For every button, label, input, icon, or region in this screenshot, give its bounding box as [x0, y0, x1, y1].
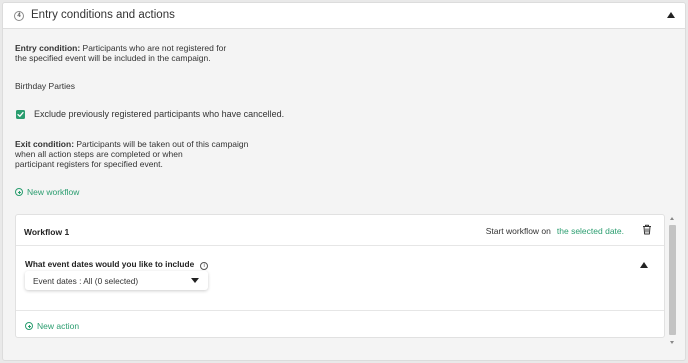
exit-condition-line2: when all action steps are completed or w… [15, 149, 183, 159]
checkmark-icon [17, 111, 24, 117]
exit-condition-line1: Participants will be taken out of this c… [74, 139, 249, 149]
entry-conditions-panel: 4 Entry conditions and actions Entry con… [2, 2, 686, 361]
exit-condition-label: Exit condition: [15, 139, 75, 149]
event-dates-select-value: Event dates : All (0 selected) [33, 276, 139, 286]
panel-title: Entry conditions and actions [31, 9, 175, 21]
entry-condition-line2: the specified event will be included in … [15, 53, 211, 63]
event-dates-select[interactable]: Event dates : All (0 selected) [25, 271, 208, 290]
new-action-label: New action [37, 321, 80, 331]
exclude-cancelled-label[interactable]: Exclude previously registered participan… [34, 109, 284, 119]
new-action-button[interactable]: New action [25, 321, 79, 331]
scrollbar[interactable] [668, 217, 677, 347]
new-workflow-button[interactable]: New workflow [15, 187, 79, 197]
exit-condition-text: Exit condition: Participants will be tak… [15, 139, 248, 169]
event-name: Birthday Parties [15, 81, 75, 91]
panel-header[interactable]: 4 Entry conditions and actions [3, 3, 685, 29]
event-dates-question-text: What event dates would you like to inclu… [25, 259, 195, 269]
info-icon[interactable]: i [200, 262, 209, 270]
workflow-start-text: Start workflow on the selected date. [486, 226, 624, 236]
plus-circle-icon [25, 322, 33, 330]
divider [16, 310, 664, 311]
workflow-start-date-link[interactable]: the selected date. [557, 226, 624, 236]
trash-icon[interactable] [642, 224, 652, 235]
event-dates-question: What event dates would you like to inclu… [25, 259, 209, 270]
workflow-header: Workflow 1 Start workflow on the selected… [16, 215, 664, 246]
caret-down-icon [191, 278, 199, 283]
scroll-up-arrow-icon[interactable] [670, 217, 674, 220]
exit-condition-line3: participant registers for specified even… [15, 159, 163, 169]
collapse-workflow-icon[interactable] [640, 262, 648, 268]
entry-condition-text: Entry condition: Participants who are no… [15, 43, 226, 63]
plus-circle-icon [15, 188, 23, 196]
collapse-panel-icon[interactable] [667, 12, 675, 18]
exclude-cancelled-checkbox[interactable] [16, 110, 25, 119]
entry-condition-line1: Participants who are not registered for [80, 43, 227, 53]
workflow-title: Workflow 1 [24, 227, 70, 237]
step-number-icon: 4 [14, 11, 24, 21]
new-workflow-label: New workflow [27, 187, 80, 197]
scroll-down-arrow-icon[interactable] [670, 341, 674, 344]
workflow-card: Workflow 1 Start workflow on the selected… [15, 214, 665, 338]
workflow-start-prefix: Start workflow on [485, 226, 551, 236]
entry-condition-label: Entry condition: [15, 43, 81, 53]
scroll-thumb[interactable] [669, 225, 676, 335]
